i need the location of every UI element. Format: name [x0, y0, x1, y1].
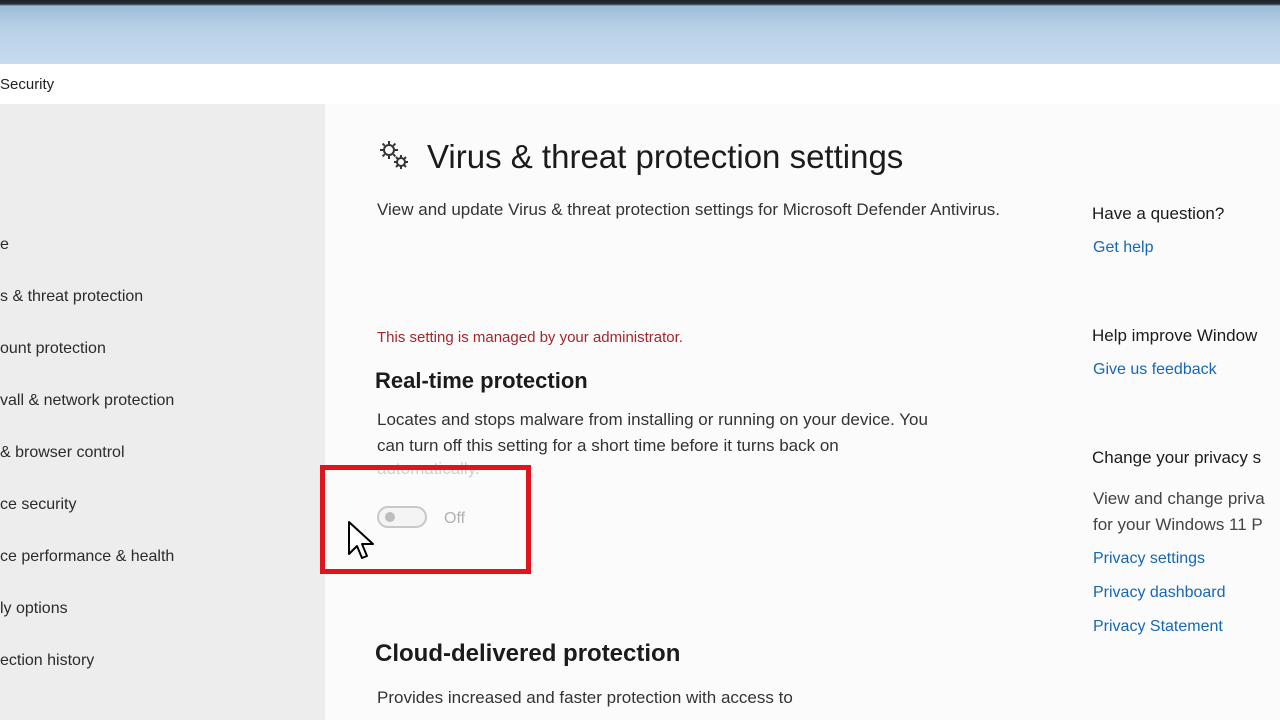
windows-security-window: Security e s & threat protection ount pr…	[0, 64, 1280, 720]
realtime-description-line2: can turn off this setting for a short ti…	[377, 436, 839, 455]
sidebar-item-virus-threat-protection[interactable]: s & threat protection	[0, 288, 143, 306]
have-question-heading: Have a question?	[1092, 204, 1225, 223]
realtime-protection-title: Real-time protection	[375, 368, 588, 393]
title-bar: Security	[0, 64, 1280, 106]
privacy-text-line2: for your Windows 11 P	[1093, 515, 1263, 534]
get-help-link[interactable]: Get help	[1093, 239, 1153, 257]
sidebar-item-protection-history[interactable]: ection history	[0, 652, 94, 670]
sidebar-item-app-browser-control[interactable]: & browser control	[0, 444, 125, 462]
cloud-protection-description: Provides increased and faster protection…	[377, 688, 793, 707]
app-title: Security	[0, 76, 55, 93]
page-description: View and update Virus & threat protectio…	[377, 200, 1001, 219]
mouse-cursor-icon	[348, 521, 374, 559]
sidebar-item-device-security[interactable]: ce security	[0, 496, 76, 514]
sidebar-item-device-performance-health[interactable]: ce performance & health	[0, 548, 174, 566]
admin-managed-notice: This setting is managed by your administ…	[377, 329, 683, 346]
realtime-description-line1: Locates and stops malware from installin…	[377, 410, 928, 429]
sidebar-item-firewall-network-protection[interactable]: vall & network protection	[0, 392, 174, 410]
privacy-settings-link[interactable]: Privacy settings	[1093, 550, 1205, 568]
cloud-protection-title: Cloud-delivered protection	[375, 640, 681, 667]
sidebar: e s & threat protection ount protection …	[0, 104, 325, 720]
settings-gears-icon	[380, 141, 408, 169]
desktop-background	[0, 0, 1280, 64]
privacy-dashboard-link[interactable]: Privacy dashboard	[1093, 584, 1226, 602]
sidebar-item-family-options[interactable]: ly options	[0, 600, 68, 618]
privacy-statement-link[interactable]: Privacy Statement	[1093, 618, 1223, 636]
help-improve-heading: Help improve Window	[1092, 326, 1258, 345]
privacy-heading: Change your privacy s	[1092, 448, 1262, 467]
sidebar-item-home[interactable]: e	[0, 236, 9, 254]
privacy-text-line1: View and change priva	[1093, 489, 1265, 508]
page-title: Virus & threat protection settings	[427, 138, 904, 175]
sidebar-item-account-protection[interactable]: ount protection	[0, 340, 106, 358]
give-feedback-link[interactable]: Give us feedback	[1093, 361, 1217, 379]
